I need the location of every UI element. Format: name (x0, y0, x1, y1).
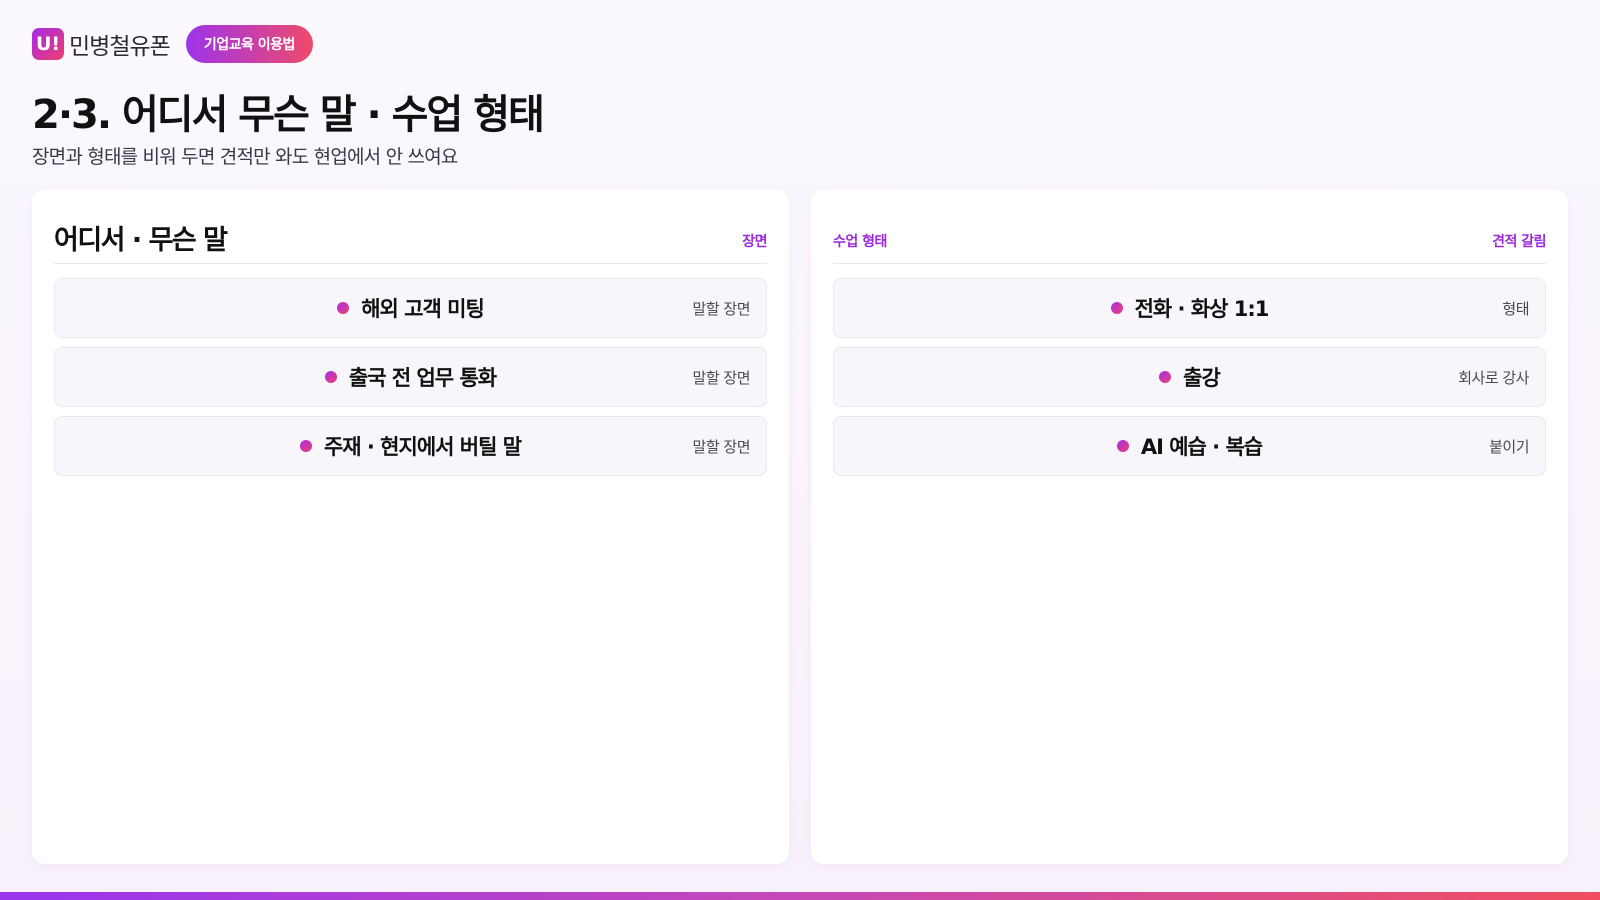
panel-header-label: 장면 (742, 234, 767, 250)
list-item-label: 해외 고객 미팅 (361, 297, 485, 321)
list-item-label: 출강 (1183, 366, 1221, 390)
list-item-content: AI 예습 · 복습 (834, 417, 1545, 475)
list-item[interactable]: 출강 회사로 강사 (833, 347, 1546, 407)
panel-header: 수업 형태 견적 갈림 (833, 190, 1546, 264)
list-item-label: 전화 · 화상 1:1 (1134, 297, 1270, 321)
scene-list: 해외 고객 미팅 말할 장면 출국 전 업무 통화 말할 장면 주재 · 현지에… (54, 278, 767, 485)
bullet-dot-icon (324, 371, 337, 383)
list-item-tag: 말할 장면 (692, 437, 751, 456)
list-item[interactable]: AI 예습 · 복습 붙이기 (833, 416, 1546, 476)
list-item-tag: 말할 장면 (692, 368, 751, 387)
bullet-dot-icon (1116, 440, 1129, 452)
class-format-panel: 수업 형태 견적 갈림 전화 · 화상 1:1 형태 출강 회사로 강사 AI … (811, 190, 1568, 864)
bullet-dot-icon (337, 302, 350, 314)
header: U! 민병철유폰 기업교육 이용법 (32, 24, 313, 64)
logo-icon: U! (32, 28, 64, 60)
bullet-dot-icon (299, 440, 312, 452)
bottom-accent-bar (0, 892, 1600, 900)
page-title: 2·3. 어디서 무슨 말 · 수업 형태 (32, 92, 545, 138)
list-item-content: 전화 · 화상 1:1 (834, 279, 1545, 337)
panel-header-label-right: 견적 갈림 (1492, 234, 1546, 250)
page-subtitle: 장면과 형태를 비워 두면 견적만 와도 현업에서 안 쓰여요 (32, 146, 458, 168)
scene-panel: 어디서 · 무슨 말 장면 해외 고객 미팅 말할 장면 출국 전 업무 통화 … (32, 190, 789, 864)
list-item-tag: 형태 (1502, 299, 1529, 318)
list-item-label: 주재 · 현지에서 버틸 말 (323, 435, 522, 459)
list-item-tag: 말할 장면 (692, 299, 751, 318)
list-item-content: 해외 고객 미팅 (55, 279, 766, 337)
brand-logo[interactable]: U! 민병철유폰 (32, 27, 171, 61)
list-item-label: AI 예습 · 복습 (1140, 435, 1263, 459)
list-item-content: 출국 전 업무 통화 (55, 348, 766, 406)
bullet-dot-icon (1110, 302, 1123, 314)
list-item[interactable]: 해외 고객 미팅 말할 장면 (54, 278, 767, 338)
panel-title: 어디서 · 무슨 말 (54, 225, 228, 256)
list-item-tag: 붙이기 (1489, 437, 1529, 456)
panel-header: 어디서 · 무슨 말 장면 (54, 190, 767, 264)
logo-text: 민병철유폰 (69, 34, 171, 60)
list-item-label: 출국 전 업무 통화 (348, 366, 497, 390)
list-item-content: 주재 · 현지에서 버틸 말 (55, 417, 766, 475)
list-item-content: 출강 (834, 348, 1545, 406)
list-item[interactable]: 전화 · 화상 1:1 형태 (833, 278, 1546, 338)
corporate-training-guide-button[interactable]: 기업교육 이용법 (185, 25, 313, 63)
list-item[interactable]: 주재 · 현지에서 버틸 말 말할 장면 (54, 416, 767, 476)
list-item[interactable]: 출국 전 업무 통화 말할 장면 (54, 347, 767, 407)
list-item-tag: 회사로 강사 (1458, 368, 1529, 387)
format-list: 전화 · 화상 1:1 형태 출강 회사로 강사 AI 예습 · 복습 붙이기 (833, 278, 1546, 485)
bullet-dot-icon (1159, 371, 1172, 383)
panel-header-label-left: 수업 형태 (833, 234, 887, 250)
